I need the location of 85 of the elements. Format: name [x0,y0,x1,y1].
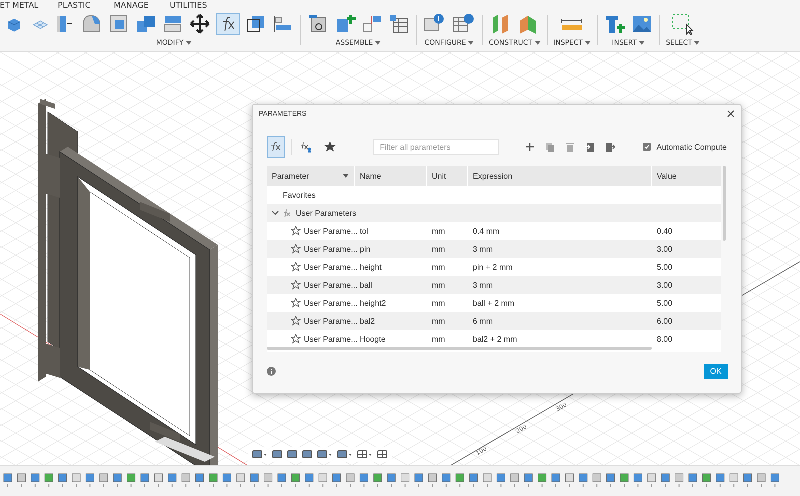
column-header[interactable]: Parameter [267,166,355,186]
filter-field[interactable]: Filter all parameters [373,139,499,155]
caret-icon [585,41,592,45]
table-cell: User Parame... [304,280,358,290]
star-icon[interactable] [291,262,301,272]
table-cell-text: ball + 2 mm [472,298,516,308]
table-cell-text: 6 mm [472,316,494,326]
table-cell-text: mm [431,280,446,290]
table-cell-text: mm [431,298,446,308]
caret-icon [534,41,541,45]
table-cell: User Parame... [304,244,358,254]
checkbox-label: Automatic Compute [656,142,728,152]
caret-icon [375,41,382,45]
import-icon[interactable] [584,142,595,152]
image-icon[interactable] [631,13,654,35]
checkbox[interactable] [642,143,651,151]
configure-table-icon[interactable] [452,13,476,35]
caret-icon [186,41,192,45]
shell-icon[interactable] [108,13,130,35]
group-label[interactable]: Favorites [283,190,316,200]
column-header[interactable]: Name [355,166,427,186]
grid-icon[interactable] [377,449,388,460]
table-cell-text: bal2 + 2 mm [472,334,518,344]
star-icon[interactable] [291,244,301,254]
split-body-icon[interactable] [162,13,184,35]
table-cell-text: 8.00 [656,334,674,344]
table-cell-text: pin + 2 mm [472,262,514,272]
star-icon[interactable] [291,226,301,236]
sort-caret-icon[interactable] [343,174,349,178]
table-cell: User Parame... [304,334,358,344]
close-icon[interactable] [727,110,735,118]
function-icon [283,209,292,217]
timeline-drawing[interactable] [4,474,780,488]
scale-icon[interactable] [245,13,267,35]
column-header[interactable]: Expression [468,166,652,186]
table-cell: User Parame... [304,226,358,236]
grid-icon[interactable] [357,449,373,460]
table-cell-text: 3.00 [656,244,674,254]
selection-box-icon[interactable] [671,13,696,35]
table-cell: User Parame... [304,316,358,326]
table-cell-text: 0.4 mm [472,226,501,236]
caret-icon [638,41,645,45]
table-cell-text: mm [431,226,446,236]
workspace-tab[interactable]: ET METAL [0,1,58,10]
flag-icon[interactable] [361,13,383,35]
star-icon[interactable] [291,316,301,326]
copy-icon[interactable] [544,142,555,152]
table-cell: User Parame... [304,298,358,308]
workspace-tab[interactable]: PLASTIC [58,1,114,10]
star-icon[interactable] [291,334,301,344]
caret-icon [694,41,700,45]
info-icon[interactable] [267,367,276,376]
function-icon[interactable] [216,13,240,35]
workspace-tab[interactable]: UTILITIES [170,1,208,10]
new-component-icon[interactable] [334,13,356,35]
function-filter-icon[interactable] [267,136,286,158]
chevron-icon[interactable] [272,210,279,216]
table-cell-text: 3 mm [472,280,494,290]
table-cell-text: mm [431,244,446,254]
caret-icon [468,41,474,45]
combine-icon[interactable] [135,13,157,35]
table-cell-text: 3.00 [656,280,674,290]
table-cell-text: mm [431,316,446,326]
align-icon[interactable] [272,13,294,35]
table-cell-text: 3 mm [472,244,494,254]
table-cell-text: 6.00 [656,316,674,326]
table-icon[interactable] [388,13,410,35]
table-cell-text: 5.00 [656,298,674,308]
workspace-tab[interactable]: MANAGE [114,1,170,10]
joint-icon[interactable] [307,13,329,35]
star-icon[interactable] [291,298,301,308]
table-cell-text: 5.00 [656,262,674,272]
insert-derive-icon[interactable] [604,13,626,35]
move-icon[interactable] [189,13,211,35]
table-cell-text: mm [431,262,446,272]
table-cell: User Parame... [304,262,358,272]
star-icon[interactable] [291,280,301,290]
group-label[interactable]: User Parameters [296,208,356,218]
column-header[interactable]: Unit [427,166,468,186]
fillet-icon[interactable] [81,13,103,35]
table-cell-text: mm [431,334,446,344]
add-icon[interactable] [524,142,535,152]
table-cell-text: 0.40 [656,226,674,236]
column-header[interactable]: Value [652,166,721,186]
export-icon[interactable] [604,142,615,152]
